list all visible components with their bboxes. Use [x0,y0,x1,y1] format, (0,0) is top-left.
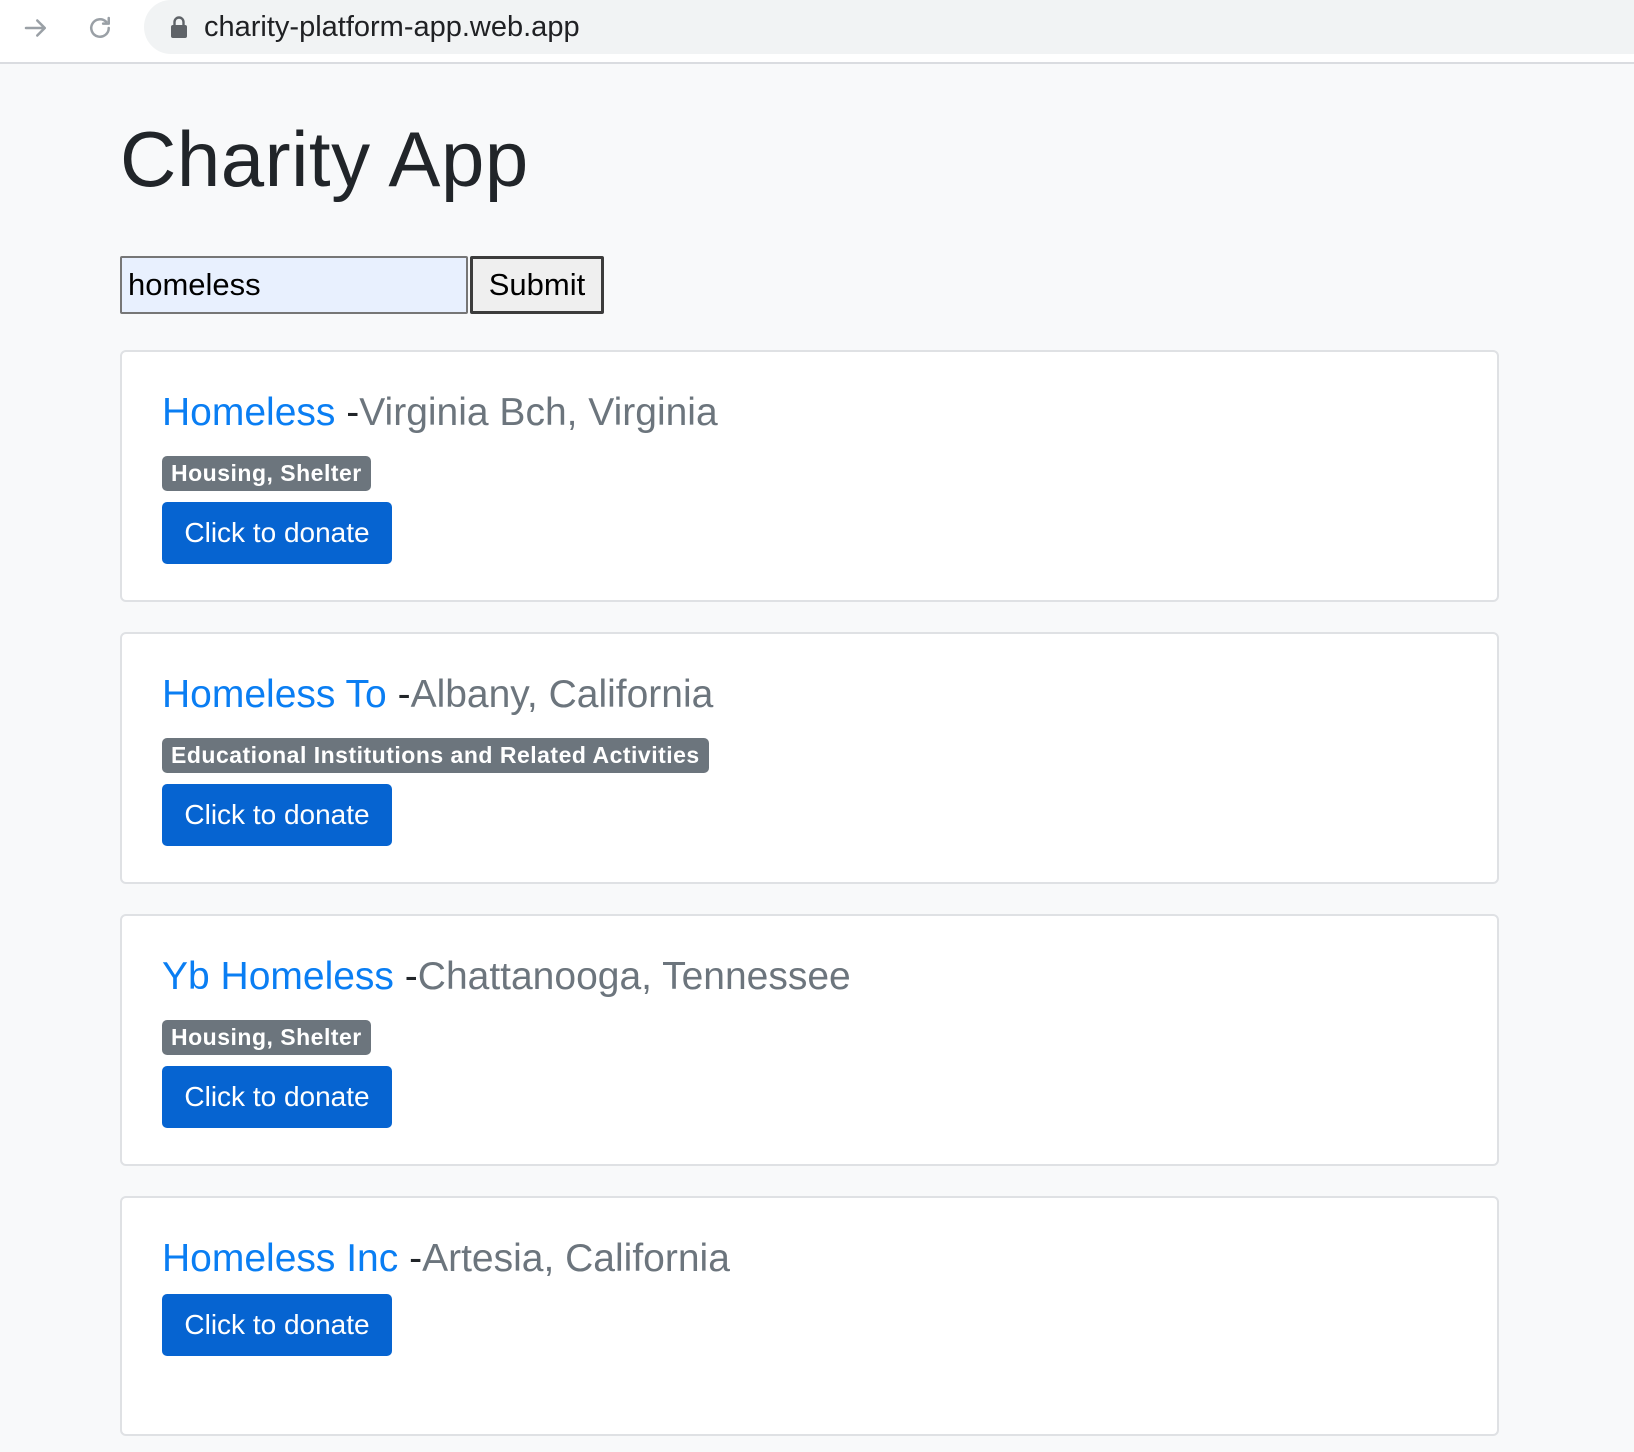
charity-card: Homeless Inc -Artesia, California Click … [120,1196,1499,1436]
charity-card: Homeless To -Albany, California Educatio… [120,632,1499,884]
forward-arrow-icon [24,19,46,37]
category-badge: Housing, Shelter [162,1020,371,1055]
charity-name-link[interactable]: Homeless To [162,673,387,716]
forward-button[interactable] [16,8,56,48]
charity-location: Chattanooga, Tennessee [417,955,851,998]
search-form: Submit [120,256,604,314]
category-badge: Educational Institutions and Related Act… [162,738,709,773]
charity-location: Albany, California [410,673,714,716]
charity-card: Yb Homeless -Chattanooga, Tennessee Hous… [120,914,1499,1166]
charity-location: Artesia, California [422,1237,730,1280]
card-title: Homeless -Virginia Bch, Virginia [162,391,718,435]
category-badge: Housing, Shelter [162,456,371,491]
submit-button[interactable]: Submit [470,256,604,314]
browser-toolbar: charity-platform-app.web.app [0,0,1634,64]
charity-name-link[interactable]: Yb Homeless [162,955,394,998]
card-title: Homeless Inc -Artesia, California [162,1237,730,1281]
charity-name-link[interactable]: Homeless Inc [162,1237,398,1280]
donate-button[interactable]: Click to donate [162,784,392,846]
donate-button[interactable]: Click to donate [162,1066,392,1128]
separator: - [404,955,418,998]
charity-location: Virginia Bch, Virginia [359,391,718,434]
separator: - [397,673,411,716]
card-title: Yb Homeless -Chattanooga, Tennessee [162,955,851,999]
url-text: charity-platform-app.web.app [204,10,580,43]
charity-name-link[interactable]: Homeless [162,391,335,434]
charity-card: Homeless -Virginia Bch, Virginia Housing… [120,350,1499,602]
reload-icon [90,16,110,38]
address-bar[interactable]: charity-platform-app.web.app [144,0,1634,54]
page-title: Charity App [120,115,529,203]
donate-button[interactable]: Click to donate [162,1294,392,1356]
reload-button[interactable] [80,8,120,48]
lock-icon [170,15,188,39]
search-input[interactable] [120,256,468,314]
card-title: Homeless To -Albany, California [162,673,714,717]
separator: - [346,391,360,434]
donate-button[interactable]: Click to donate [162,502,392,564]
separator: - [409,1237,423,1280]
